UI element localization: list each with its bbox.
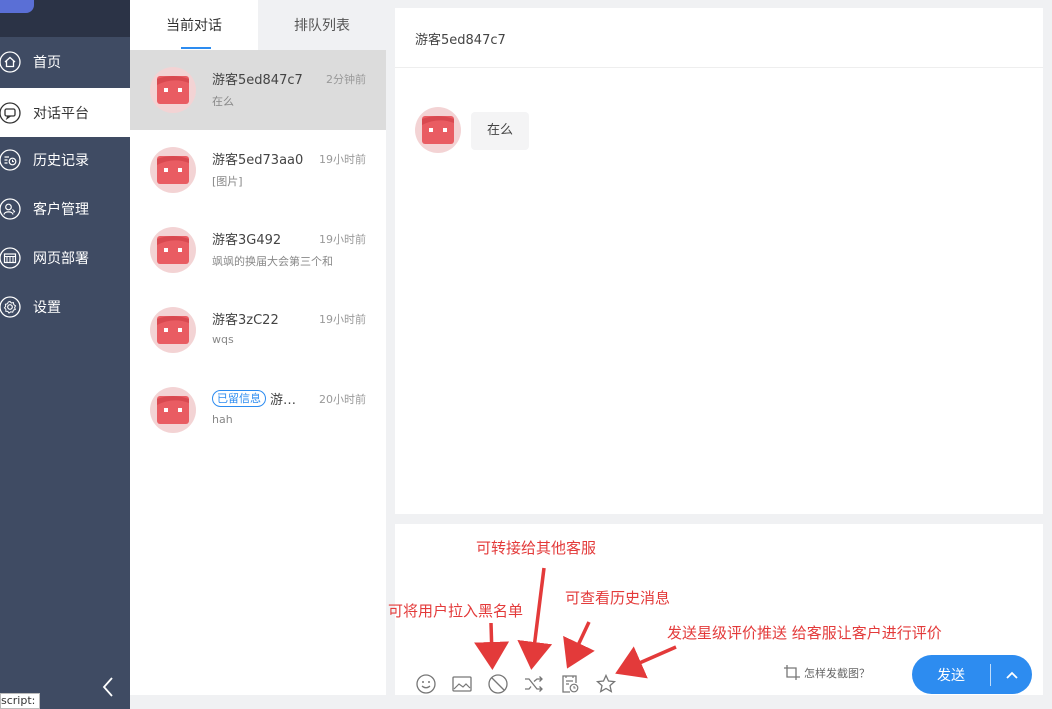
conversation-time: 19小时前 <box>319 153 366 166</box>
chat-icon <box>0 101 21 124</box>
conversation-time: 20小时前 <box>319 393 366 406</box>
send-button[interactable]: 发送 <box>912 655 990 694</box>
sidebar-item-label: 历史记录 <box>33 152 89 169</box>
avatar <box>415 107 461 153</box>
conversation-item[interactable]: 游客5ed73aa0 19小时前 [图片] <box>130 130 386 210</box>
sidebar-item-web-deploy[interactable]: 网页部署 <box>0 233 130 282</box>
shuffle-icon[interactable] <box>523 673 545 695</box>
tooltip: script: <box>0 693 41 709</box>
star-icon[interactable] <box>595 673 617 695</box>
bottom-strip <box>130 695 1052 709</box>
tab-label: 排队列表 <box>294 18 350 34</box>
conversation-time: 19小时前 <box>319 233 366 246</box>
logo <box>0 0 34 13</box>
sidebar: 首页 对话平台 历史记录 客户管理 网页部署 设置 <box>0 0 130 709</box>
conversation-preview: 在么 <box>212 95 234 108</box>
sidebar-item-label: 对话平台 <box>33 105 89 122</box>
tab-current-conversations[interactable]: 当前对话 <box>130 0 258 50</box>
gear-icon <box>0 295 21 318</box>
sidebar-item-label: 首页 <box>33 54 61 71</box>
sidebar-item-settings[interactable]: 设置 <box>0 282 130 331</box>
conversation-item[interactable]: 已留信息 游… 20小时前 hah <box>130 370 386 450</box>
chat-title: 游客5ed847c7 <box>415 33 506 48</box>
conversation-item[interactable]: 游客3zC22 19小时前 wqs <box>130 290 386 370</box>
tab-queue-list[interactable]: 排队列表 <box>258 0 386 50</box>
tab-label: 当前对话 <box>166 18 222 34</box>
sidebar-item-history[interactable]: 历史记录 <box>0 135 130 184</box>
conversation-preview: hah <box>212 413 233 426</box>
conversation-name: 游客5ed73aa0 <box>212 153 304 168</box>
chat-header: 游客5ed847c7 <box>395 8 1043 68</box>
send-button-group: 发送 <box>912 655 1032 694</box>
conversation-name: 游客3G492 <box>212 233 282 248</box>
input-toolbar <box>415 672 617 696</box>
web-deploy-icon <box>0 246 21 269</box>
conversation-item[interactable]: 游客3G492 19小时前 飒飒的换届大会第三个和 <box>130 210 386 290</box>
image-icon[interactable] <box>451 673 473 695</box>
sidebar-item-label: 网页部署 <box>33 250 89 267</box>
sidebar-item-label: 客户管理 <box>33 201 89 218</box>
chevron-left-icon[interactable] <box>98 674 118 700</box>
avatar <box>150 387 196 433</box>
conversation-name: 已留信息 游… <box>212 389 296 408</box>
screenshot-help-link[interactable]: 怎样发截图？ <box>783 664 870 682</box>
screenshot-help-text: 怎样发截图？ <box>804 667 870 680</box>
avatar <box>150 147 196 193</box>
avatar <box>150 227 196 273</box>
message-bubble: 在么 <box>471 112 530 150</box>
ban-icon[interactable] <box>487 673 509 695</box>
conversation-time: 19小时前 <box>319 313 366 326</box>
crop-icon <box>784 665 800 680</box>
annotation-rating: 发送星级评价推送 给客服让客户进行评价 <box>667 624 942 642</box>
sidebar-item-customers[interactable]: 客户管理 <box>0 184 130 233</box>
sidebar-item-chat[interactable]: 对话平台 <box>0 88 130 137</box>
conversation-tabs: 当前对话 排队列表 <box>130 0 386 50</box>
conversation-panel: 当前对话 排队列表 游客5ed847c7 2分钟前 在么 游客5ed73aa0 … <box>130 0 386 709</box>
conversation-preview: 飒飒的换届大会第三个和 <box>212 255 333 268</box>
chevron-up-icon[interactable] <box>991 655 1032 694</box>
history-doc-icon[interactable] <box>559 673 581 695</box>
sidebar-top-bar <box>0 0 130 37</box>
sidebar-item-home[interactable]: 首页 <box>0 37 130 86</box>
annotation-blacklist: 可将用户拉入黑名单 <box>388 602 524 620</box>
history-icon <box>0 148 21 171</box>
annotation-history: 可查看历史消息 <box>565 589 671 607</box>
annotation-transfer: 可转接给其他客服 <box>476 539 597 557</box>
chat-window: 游客5ed847c7 在么 <box>395 8 1043 514</box>
sidebar-item-label: 设置 <box>33 299 61 316</box>
smile-icon[interactable] <box>415 673 437 695</box>
conversation-name: 游客5ed847c7 <box>212 73 303 88</box>
conversation-name-text: 游… <box>270 393 297 408</box>
conversation-time: 2分钟前 <box>326 73 366 86</box>
conversation-preview: wqs <box>212 333 234 346</box>
active-tab-indicator <box>181 47 211 49</box>
conversation-preview: [图片] <box>212 175 243 188</box>
avatar <box>150 67 196 113</box>
users-icon <box>0 197 21 220</box>
left-info-badge: 已留信息 <box>212 390 266 407</box>
home-icon <box>0 50 21 73</box>
conversation-item[interactable]: 游客5ed847c7 2分钟前 在么 <box>130 50 386 130</box>
conversation-name: 游客3zC22 <box>212 313 279 328</box>
avatar <box>150 307 196 353</box>
